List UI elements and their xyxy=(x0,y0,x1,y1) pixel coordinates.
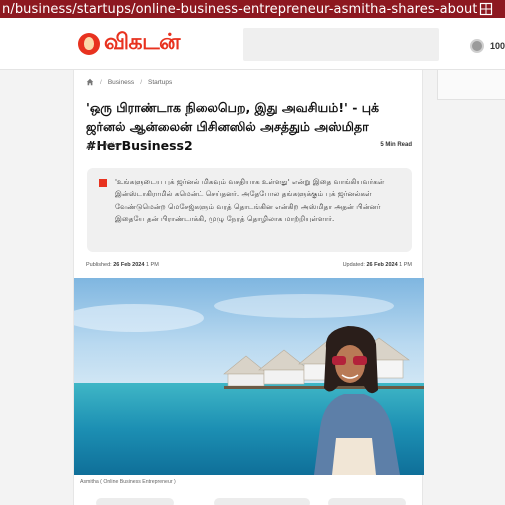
action-chip[interactable] xyxy=(214,498,310,505)
logo-text: விகடன் xyxy=(104,30,180,55)
site-header: விகடன் 100 xyxy=(0,18,505,70)
url-text[interactable]: n/business/startups/online-business-entr… xyxy=(0,2,477,17)
action-chip[interactable] xyxy=(328,498,406,505)
published-date: 26 Feb 2024 xyxy=(113,262,145,268)
article-dates: Published: 26 Feb 2024 1 PM Updated: 26 … xyxy=(86,262,412,268)
vikatan-logo[interactable]: விகடன் xyxy=(78,30,180,58)
published-time: 1 PM xyxy=(145,262,159,268)
pen-icon xyxy=(86,141,94,149)
read-time: 5 Min Read xyxy=(380,142,412,148)
breadcrumb-startups[interactable]: Startups xyxy=(148,79,172,86)
updated-date: 26 Feb 2024 xyxy=(366,262,398,268)
summary-text: 'உங்களுடைய புக் ஜர்னல் மிகவும் வசதியாக உ… xyxy=(115,177,385,224)
points-value: 100 xyxy=(490,41,505,51)
sidebar-panel xyxy=(437,70,505,100)
site-info-icon[interactable] xyxy=(477,0,495,18)
summary-marker-icon xyxy=(99,179,107,187)
home-icon[interactable] xyxy=(86,78,94,86)
breadcrumb-business[interactable]: Business xyxy=(108,79,134,86)
user-points[interactable]: 100 xyxy=(470,39,505,53)
breadcrumb: / Business / Startups xyxy=(86,78,172,86)
breadcrumb-separator: / xyxy=(140,78,142,86)
image-caption: Asmitha ( Online Business Entrepreneur ) xyxy=(80,479,176,485)
hero-image[interactable] xyxy=(74,278,424,475)
published-info: Published: 26 Feb 2024 1 PM xyxy=(86,262,159,268)
article-meta: உ.சுஜிதா 5 Min Read xyxy=(86,141,412,149)
updated-info: Updated: 26 Feb 2024 1 PM xyxy=(343,262,412,268)
search-input[interactable] xyxy=(243,28,439,61)
address-bar[interactable]: n/business/startups/online-business-entr… xyxy=(0,0,505,18)
author-name[interactable]: உ.சுஜிதா xyxy=(97,142,121,149)
article-summary: 'உங்களுடைய புக் ஜர்னல் மிகவும் வசதியாக உ… xyxy=(87,168,412,252)
logo-emblem-icon xyxy=(78,33,100,55)
action-chip[interactable] xyxy=(96,498,174,505)
action-chips xyxy=(96,495,406,505)
updated-label: Updated: xyxy=(342,262,365,268)
coin-icon xyxy=(470,39,484,53)
updated-time: 1 PM xyxy=(399,262,412,268)
article-card: / Business / Startups 'ஒரு பிராண்டாக நில… xyxy=(73,70,424,505)
breadcrumb-separator: / xyxy=(100,78,102,86)
published-label: Published: xyxy=(86,262,112,268)
author-byline[interactable]: உ.சுஜிதா xyxy=(86,141,121,149)
